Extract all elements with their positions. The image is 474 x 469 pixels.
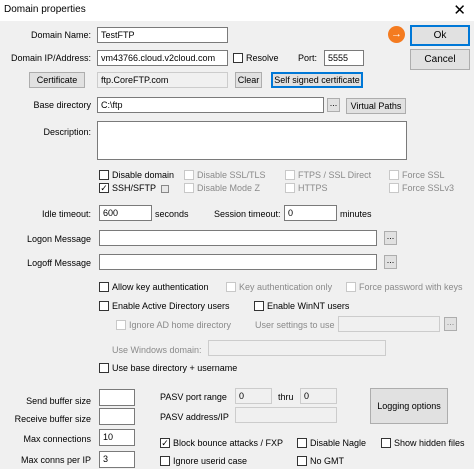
pasv-thru-label: thru (278, 392, 294, 402)
send-buffer-size-label: Send buffer size (26, 396, 91, 406)
logging-options-button[interactable]: Logging options (370, 388, 448, 424)
allow-key-authentication-checkbox[interactable] (99, 282, 109, 292)
https-label: HTTPS (298, 183, 328, 193)
block-bounce-label: Block bounce attacks / FXP (173, 438, 284, 448)
force-sslv3-checkbox (389, 183, 399, 193)
ftps-ssl-direct-label: FTPS / SSL Direct (298, 170, 372, 180)
self-signed-certificate-button[interactable]: Self signed certificate (271, 72, 363, 88)
receive-buffer-size-label: Receive buffer size (14, 414, 91, 424)
use-base-directory-username-checkbox[interactable] (99, 363, 109, 373)
key-authentication-only-label: Key authentication only (239, 282, 333, 292)
ignore-ad-home-checkbox (116, 320, 126, 330)
disable-nagle-label: Disable Nagle (310, 438, 367, 448)
user-settings-label: User settings to use (255, 320, 335, 330)
use-base-directory-username-label: Use base directory + username (112, 363, 238, 373)
logoff-message-label: Logoff Message (27, 258, 91, 268)
disable-ssl-tls-checkbox (184, 170, 194, 180)
logoff-message-input[interactable] (99, 254, 377, 270)
https-checkbox (285, 183, 295, 193)
logon-message-label: Logon Message (26, 234, 91, 244)
disable-domain-label: Disable domain (112, 170, 175, 180)
pasv-port-from-input[interactable]: 0 (235, 388, 272, 404)
base-directory-browse-button[interactable]: ... (327, 98, 340, 112)
virtual-paths-button[interactable]: Virtual Paths (346, 98, 406, 114)
logon-message-input[interactable] (99, 230, 377, 246)
allow-key-authentication-label: Allow key authentication (112, 282, 209, 292)
ignore-userid-case-checkbox[interactable] (160, 456, 170, 466)
ftps-ssl-direct-checkbox (285, 170, 295, 180)
pasv-address-input[interactable] (235, 407, 337, 423)
certificate-button[interactable]: Certificate (29, 72, 85, 88)
session-timeout-input[interactable]: 0 (284, 205, 337, 221)
max-conns-per-ip-label: Max conns per IP (20, 455, 91, 465)
logon-message-browse-button[interactable]: ... (384, 231, 397, 245)
disable-domain-checkbox[interactable] (99, 170, 109, 180)
ok-button[interactable]: Ok (410, 25, 470, 46)
pasv-port-to-input[interactable]: 0 (300, 388, 337, 404)
key-authentication-only-checkbox (226, 282, 236, 292)
description-textarea[interactable] (97, 121, 407, 160)
disable-ssl-tls-label: Disable SSL/TLS (197, 170, 266, 180)
certificate-value: ftp.CoreFTP.com (97, 72, 228, 88)
no-gmt-checkbox[interactable] (297, 456, 307, 466)
description-label: Description: (43, 127, 91, 137)
enable-winnt-users-checkbox[interactable] (254, 301, 264, 311)
force-ssl-label: Force SSL (402, 170, 445, 180)
clear-button[interactable]: Clear (235, 72, 262, 88)
go-arrow-icon: → (388, 26, 405, 43)
max-conns-per-ip-input[interactable]: 3 (99, 451, 135, 468)
idle-timeout-unit: seconds (155, 209, 189, 219)
force-sslv3-label: Force SSLv3 (402, 183, 455, 193)
disable-nagle-checkbox[interactable] (297, 438, 307, 448)
domain-name-label: Domain Name: (30, 30, 91, 40)
user-settings-browse-button: ... (444, 317, 457, 331)
enable-active-directory-checkbox[interactable] (99, 301, 109, 311)
receive-buffer-size-input[interactable] (99, 408, 135, 425)
use-windows-domain-label: Use Windows domain: (112, 345, 202, 355)
base-directory-input[interactable]: C:\ftp (97, 97, 324, 113)
ssh-sftp-checkbox[interactable]: ✓ (99, 183, 109, 193)
port-input[interactable]: 5555 (324, 50, 364, 66)
user-settings-input (338, 316, 440, 332)
domain-ip-input[interactable]: vm43766.cloud.v2cloud.com (97, 50, 228, 66)
max-connections-label: Max connections (23, 434, 91, 444)
force-password-with-keys-label: Force password with keys (359, 282, 463, 292)
window-title: Domain properties (4, 4, 86, 15)
port-label: Port: (298, 53, 318, 63)
pasv-address-label: PASV address/IP (160, 412, 229, 422)
idle-timeout-label: Idle timeout: (41, 209, 91, 219)
disable-mode-z-label: Disable Mode Z (197, 183, 261, 193)
block-bounce-checkbox[interactable]: ✓ (160, 438, 170, 448)
use-windows-domain-input (208, 340, 386, 356)
pasv-port-range-label: PASV port range (160, 392, 227, 402)
show-hidden-files-label: Show hidden files (394, 438, 465, 448)
sftp-settings-icon[interactable] (161, 185, 169, 193)
max-connections-input[interactable]: 10 (99, 429, 135, 446)
cancel-button[interactable]: Cancel (410, 49, 470, 70)
domain-name-input[interactable]: TestFTP (97, 27, 228, 43)
logoff-message-browse-button[interactable]: ... (384, 255, 397, 269)
domain-ip-label: Domain IP/Address: (10, 53, 91, 63)
show-hidden-files-checkbox[interactable] (381, 438, 391, 448)
enable-active-directory-label: Enable Active Directory users (112, 301, 230, 311)
ignore-ad-home-label: Ignore AD home directory (129, 320, 232, 330)
resolve-checkbox[interactable] (233, 53, 243, 63)
session-timeout-unit: minutes (340, 209, 372, 219)
ssh-sftp-label: SSH/SFTP (112, 183, 157, 193)
force-ssl-checkbox (389, 170, 399, 180)
send-buffer-size-input[interactable] (99, 389, 135, 406)
resolve-label: Resolve (246, 53, 279, 63)
ignore-userid-case-label: Ignore userid case (173, 456, 248, 466)
idle-timeout-input[interactable]: 600 (99, 205, 152, 221)
force-password-with-keys-checkbox (346, 282, 356, 292)
enable-winnt-users-label: Enable WinNT users (267, 301, 350, 311)
disable-mode-z-checkbox (184, 183, 194, 193)
close-icon[interactable]: ✕ (453, 1, 466, 19)
session-timeout-label: Session timeout: (214, 209, 281, 219)
no-gmt-label: No GMT (310, 456, 345, 466)
base-directory-label: Base directory (33, 100, 91, 110)
